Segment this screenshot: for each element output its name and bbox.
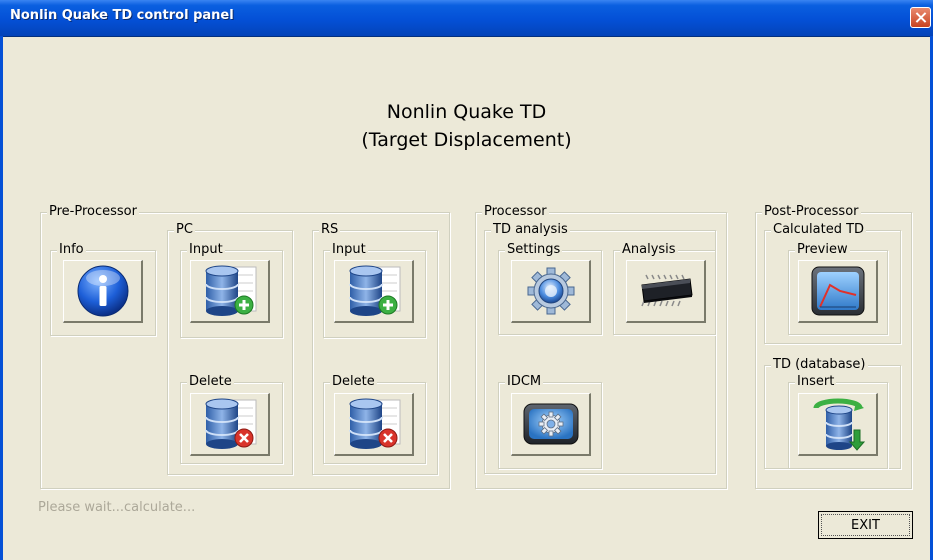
info-button[interactable] bbox=[63, 260, 143, 323]
td-analysis-legend: TD analysis bbox=[491, 222, 570, 237]
insert-button[interactable] bbox=[798, 393, 878, 456]
info-legend: Info bbox=[57, 242, 86, 257]
title-bar: Nonlin Quake TD control panel bbox=[0, 0, 933, 37]
close-button[interactable] bbox=[910, 7, 931, 28]
app-subtitle: (Target Displacement) bbox=[361, 129, 572, 151]
calculated-td-legend: Calculated TD bbox=[771, 222, 867, 237]
info-icon bbox=[77, 265, 128, 317]
rs-input-legend: Input bbox=[330, 242, 368, 257]
pc-input-button[interactable] bbox=[190, 260, 270, 323]
exit-label: EXIT bbox=[851, 517, 880, 533]
exit-button[interactable]: EXIT bbox=[818, 511, 913, 539]
database-delete-icon bbox=[204, 398, 256, 449]
database-add-icon bbox=[348, 265, 400, 316]
pc-input-legend: Input bbox=[187, 242, 225, 257]
pc-delete-button[interactable] bbox=[190, 393, 270, 456]
analysis-button[interactable] bbox=[626, 260, 706, 323]
rs-delete-button[interactable] bbox=[334, 393, 414, 456]
insert-legend: Insert bbox=[795, 374, 837, 389]
gear-icon bbox=[527, 267, 574, 315]
preview-legend: Preview bbox=[795, 242, 850, 257]
chip-icon bbox=[640, 274, 693, 307]
pc-legend: PC bbox=[174, 222, 195, 237]
app-title: Nonlin Quake TD bbox=[386, 101, 547, 123]
idcm-legend: IDCM bbox=[505, 374, 544, 389]
td-database-legend: TD (database) bbox=[771, 357, 868, 372]
rs-input-button[interactable] bbox=[334, 260, 414, 323]
pre-processor-legend: Pre-Processor bbox=[47, 204, 139, 219]
status-text: Please wait...calculate... bbox=[38, 500, 196, 515]
pc-delete-legend: Delete bbox=[187, 374, 234, 389]
rs-legend: RS bbox=[319, 222, 341, 237]
gear-panel-icon bbox=[523, 403, 578, 445]
chart-preview-icon bbox=[811, 266, 864, 316]
settings-button[interactable] bbox=[511, 260, 591, 323]
database-insert-icon bbox=[813, 398, 865, 451]
rs-delete-legend: Delete bbox=[330, 374, 377, 389]
post-processor-legend: Post-Processor bbox=[762, 204, 861, 219]
processor-legend: Processor bbox=[482, 204, 549, 219]
database-add-icon bbox=[204, 265, 256, 316]
window-title: Nonlin Quake TD control panel bbox=[10, 8, 234, 23]
preview-button[interactable] bbox=[798, 260, 878, 323]
idcm-button[interactable] bbox=[511, 393, 591, 456]
analysis-legend: Analysis bbox=[620, 242, 678, 257]
database-delete-icon bbox=[348, 398, 400, 449]
settings-legend: Settings bbox=[505, 242, 563, 257]
